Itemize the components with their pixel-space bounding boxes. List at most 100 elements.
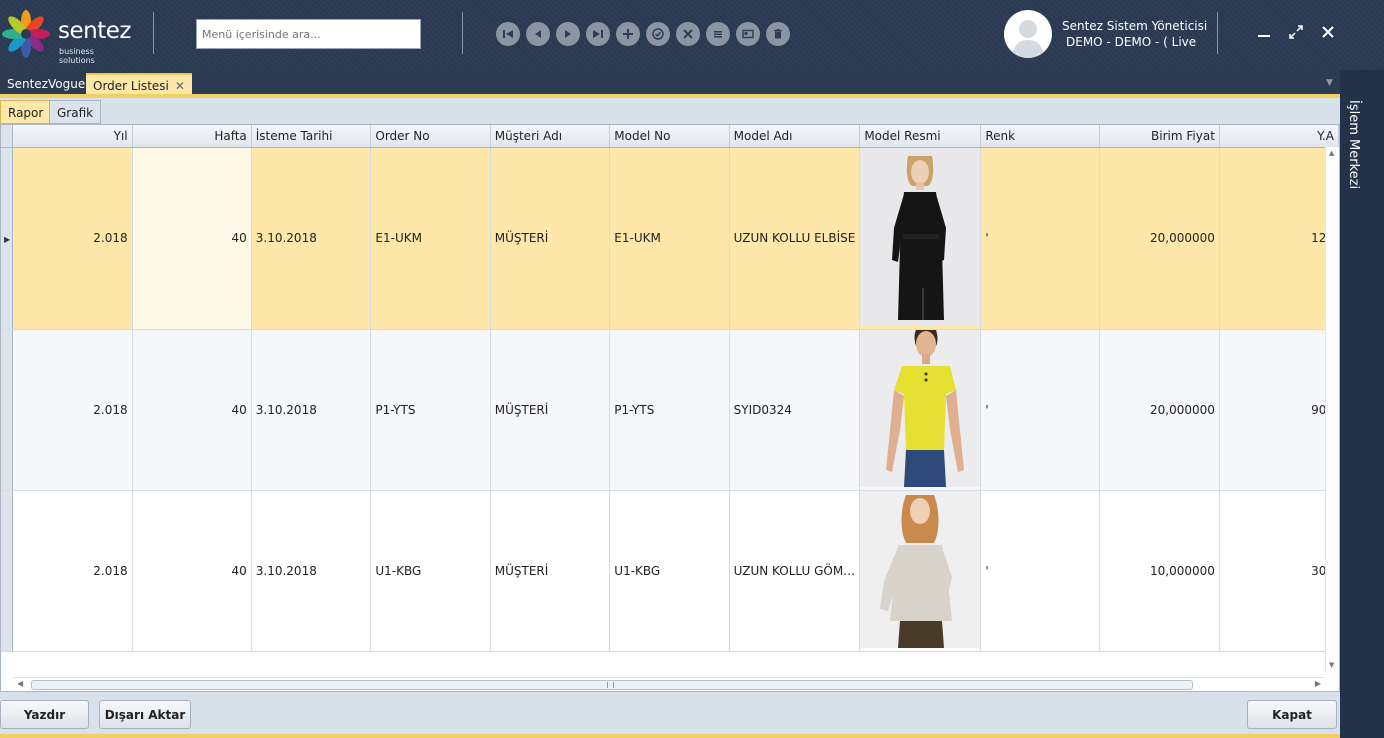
column-header-model-adi[interactable]: Model Adı <box>729 125 861 148</box>
delete-icon[interactable] <box>766 22 790 46</box>
islem-merkezi-label[interactable]: İşlem Merkezi <box>1346 100 1361 189</box>
column-header-yil[interactable]: Yıl <box>12 125 133 148</box>
cancel-icon[interactable] <box>676 22 700 46</box>
maximize-icon[interactable] <box>1284 20 1308 44</box>
column-header-model-no[interactable]: Model No <box>609 125 730 148</box>
cell-musteri-adi[interactable]: MÜŞTERİ <box>490 329 611 491</box>
cell-isteme-tarihi[interactable]: 3.10.2018 <box>251 329 372 491</box>
cell-model-resmi[interactable] <box>859 329 982 491</box>
app-header: sentez business solutions Sentez Sistem … <box>0 0 1384 70</box>
print-button[interactable]: Yazdır <box>0 700 89 729</box>
cell-model-no[interactable]: U1-KBG <box>609 490 730 652</box>
subtab-rapor[interactable]: Rapor <box>0 100 52 124</box>
order-table: Yıl Hafta İsteme Tarihi Order No Müşteri… <box>1 125 1339 652</box>
cell-yil[interactable]: 2.018 <box>12 329 133 491</box>
close-button[interactable]: Kapat <box>1247 700 1337 729</box>
tab-order-listesi[interactable]: Order Listesi ✕ <box>86 73 192 96</box>
cell-model-adi[interactable]: UZUN KOLLU GÖMLEK <box>729 490 861 652</box>
previous-record-icon[interactable] <box>526 22 550 46</box>
add-icon[interactable] <box>616 22 640 46</box>
cell-renk[interactable]: ' <box>980 329 1101 491</box>
table-row[interactable]: 2.018 40 3.10.2018 P1-YTS MÜŞTERİ P1-YTS… <box>1 329 1339 491</box>
cell-hafta[interactable]: 40 <box>132 490 252 652</box>
footer-bar: Yazdır Dışarı Aktar Kapat <box>0 694 1340 734</box>
vertical-scrollbar[interactable]: ▲ ▼ <box>1325 147 1339 671</box>
model-image-yellow-tshirt <box>860 329 980 487</box>
cell-order-no[interactable]: P1-YTS <box>370 329 491 491</box>
table-row[interactable]: 2.018 40 3.10.2018 U1-KBG MÜŞTERİ U1-KBG… <box>1 490 1339 652</box>
cell-model-resmi[interactable] <box>859 147 982 330</box>
cell-model-adi[interactable]: UZUN KOLLU ELBİSE <box>729 147 861 330</box>
order-list-view: Rapor Grafik Yıl Hafta İsteme Tarihi Ord… <box>0 94 1340 738</box>
current-row-arrow-icon: ▶ <box>4 235 11 244</box>
column-header-musteri-adi[interactable]: Müşteri Adı <box>490 125 611 148</box>
sentez-logo-icon <box>2 10 50 58</box>
row-indicator[interactable] <box>1 329 14 491</box>
list-icon[interactable] <box>706 22 730 46</box>
approve-icon[interactable] <box>646 22 670 46</box>
cell-model-no[interactable]: P1-YTS <box>609 329 730 491</box>
scroll-grip-icon <box>607 682 614 688</box>
row-indicator[interactable]: ▶ <box>1 147 14 330</box>
scroll-right-icon[interactable]: ▶ <box>1315 679 1321 688</box>
cell-ya[interactable]: 120 <box>1219 147 1339 330</box>
cell-yil[interactable]: 2.018 <box>12 490 133 652</box>
row-indicator-header <box>1 125 14 148</box>
cell-renk[interactable]: ' <box>980 147 1101 330</box>
scroll-left-icon[interactable]: ◀ <box>17 679 23 688</box>
user-avatar[interactable] <box>1004 10 1052 58</box>
header-divider <box>1217 12 1218 54</box>
next-record-icon[interactable] <box>556 22 580 46</box>
cell-order-no[interactable]: E1-UKM <box>370 147 491 330</box>
column-header-model-resmi[interactable]: Model Resmi <box>859 125 982 148</box>
subtab-grafik[interactable]: Grafik <box>49 100 102 124</box>
menu-search-input[interactable] <box>196 19 421 49</box>
order-list-inner: Rapor Grafik Yıl Hafta İsteme Tarihi Ord… <box>0 98 1340 734</box>
header-divider <box>153 12 154 54</box>
user-company: DEMO - DEMO - ( Live <box>1066 35 1197 49</box>
row-indicator[interactable] <box>1 490 14 652</box>
column-header-hafta[interactable]: Hafta <box>132 125 252 148</box>
tab-close-icon[interactable]: ✕ <box>175 79 185 93</box>
column-header-isteme-tarihi[interactable]: İsteme Tarihi <box>251 125 372 148</box>
first-record-icon[interactable] <box>496 22 520 46</box>
cell-ya[interactable]: 900 <box>1219 329 1339 491</box>
column-header-order-no[interactable]: Order No <box>370 125 491 148</box>
cell-model-adi[interactable]: SYID0324 <box>729 329 861 491</box>
cell-birim-fiyat[interactable]: 20,000000 <box>1099 329 1220 491</box>
document-tabs: SentezVogue Order Listesi ✕ ▼ <box>0 70 1340 96</box>
cell-renk[interactable]: ' <box>980 490 1101 652</box>
cell-musteri-adi[interactable]: MÜŞTERİ <box>490 147 611 330</box>
cell-musteri-adi[interactable]: MÜŞTERİ <box>490 490 611 652</box>
tab-sentezvogue[interactable]: SentezVogue <box>0 73 92 96</box>
cell-model-no[interactable]: E1-UKM <box>609 147 730 330</box>
card-icon[interactable] <box>736 22 760 46</box>
horizontal-scrollbar[interactable]: ◀ ▶ <box>13 677 1325 691</box>
cell-isteme-tarihi[interactable]: 3.10.2018 <box>251 147 372 330</box>
close-window-icon[interactable] <box>1316 20 1340 44</box>
horizontal-scroll-thumb[interactable] <box>31 680 1193 690</box>
cell-hafta[interactable]: 40 <box>132 329 252 491</box>
minimize-icon[interactable] <box>1252 20 1276 44</box>
cell-order-no[interactable]: U1-KBG <box>370 490 491 652</box>
cell-hafta[interactable]: 40 <box>132 147 252 330</box>
column-header-ya[interactable]: Y.A <box>1219 125 1339 148</box>
tab-dropdown-icon[interactable]: ▼ <box>1326 78 1333 88</box>
brand-name: sentez <box>58 18 131 44</box>
column-header-birim-fiyat[interactable]: Birim Fiyat <box>1099 125 1220 148</box>
header-divider <box>462 12 463 54</box>
export-button[interactable]: Dışarı Aktar <box>99 700 191 729</box>
table-row[interactable]: ▶ 2.018 40 3.10.2018 E1-UKM MÜŞTERİ E1-U… <box>1 147 1339 330</box>
brand-tagline: business solutions <box>59 47 95 65</box>
column-header-renk[interactable]: Renk <box>980 125 1101 148</box>
cell-model-resmi[interactable] <box>859 490 982 652</box>
cell-isteme-tarihi[interactable]: 3.10.2018 <box>251 490 372 652</box>
last-record-icon[interactable] <box>586 22 610 46</box>
scroll-up-icon[interactable]: ▲ <box>1329 149 1334 157</box>
cell-ya[interactable]: 300 <box>1219 490 1339 652</box>
sentez-logo: sentez business solutions <box>2 8 132 65</box>
scroll-down-icon[interactable]: ▼ <box>1329 661 1334 669</box>
cell-yil[interactable]: 2.018 <box>12 147 133 330</box>
cell-birim-fiyat[interactable]: 10,000000 <box>1099 490 1220 652</box>
cell-birim-fiyat[interactable]: 20,000000 <box>1099 147 1220 330</box>
